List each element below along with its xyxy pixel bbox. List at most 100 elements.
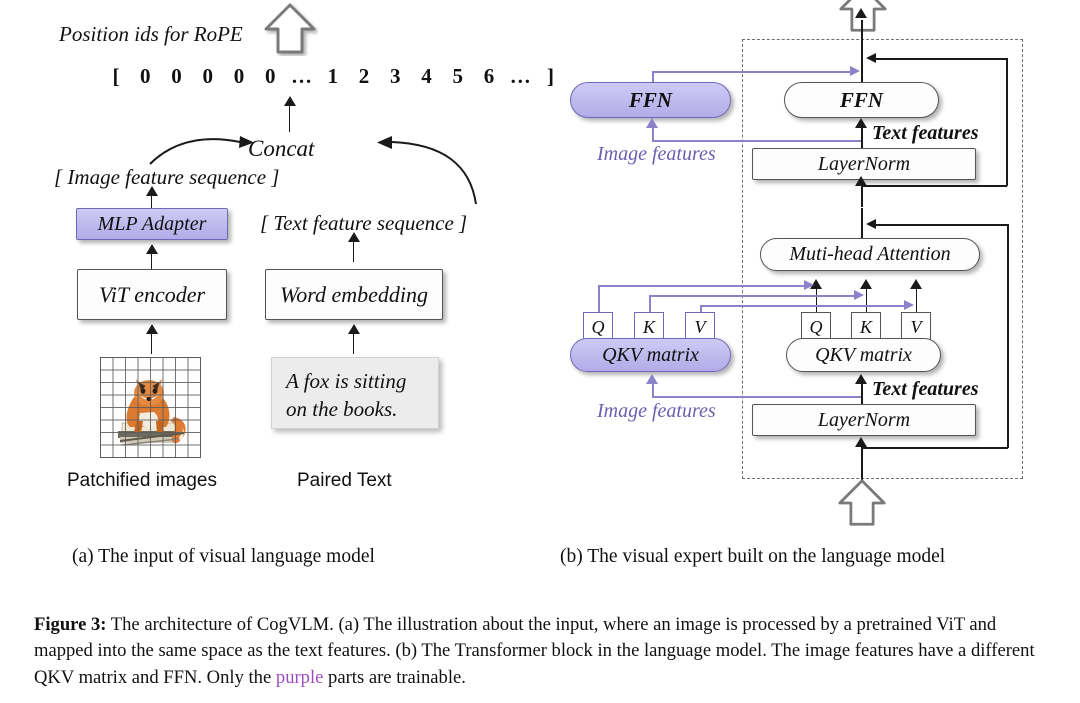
top-residual-horizontal (872, 58, 1008, 60)
qkv-text-k-line (866, 288, 868, 312)
ln-bottom-to-qkv-line (861, 384, 863, 406)
image-to-vit-arrowhead (146, 324, 158, 334)
image-ffn-out-horizontal (652, 71, 852, 73)
word-embedding-label: Word embedding (279, 281, 429, 307)
seq-token: ] (547, 64, 554, 88)
text-to-wordemb-line (353, 332, 355, 354)
k-label-image: K (642, 316, 655, 337)
position-ids-sequence: [ 0 0 0 0 0 … 1 2 3 4 5 6 … ] (105, 64, 563, 89)
seq-token: … (509, 64, 531, 88)
ffn-text-label: FFN (839, 87, 884, 112)
image-v-arrowhead (904, 300, 914, 310)
figure-number: Figure 3: (34, 614, 107, 635)
image-qkv-in-arrowhead (646, 374, 658, 384)
mid-residual-vertical (1007, 224, 1009, 448)
image-q-arrowhead (804, 280, 814, 290)
seq-token: 3 (390, 64, 401, 88)
image-qkv-in-horizontal (652, 396, 862, 398)
text-feature-sequence-label: [ Text feature sequence ] (260, 211, 468, 235)
image-ffn-in-horizontal (652, 140, 862, 142)
spine-below-ln-top-arrowhead (855, 176, 867, 186)
image-to-vit-line (151, 332, 153, 354)
layernorm-bottom-box[interactable]: LayerNorm (752, 404, 976, 436)
figure-caption-part-1: The architecture of CogVLM. (a) The illu… (34, 614, 1035, 688)
top-residual-bottom-horizontal (861, 185, 1007, 187)
image-ffn-in-arrowhead (646, 118, 658, 128)
qkv-matrix-image-label: QKV matrix (602, 343, 699, 366)
layernorm-top-label: LayerNorm (817, 152, 911, 175)
qkv-text-v-arrowhead (910, 279, 922, 289)
seq-token: 0 (202, 64, 214, 88)
ln-bottom-to-qkv-arrowhead (855, 374, 867, 384)
image-k-arrowhead (854, 290, 864, 300)
v-label-text: V (910, 316, 922, 337)
seq-token: 0 (171, 64, 182, 88)
paired-text-label: Paired Text (297, 470, 392, 491)
text-features-label-bottom: Text features (872, 378, 979, 400)
panel-a-subcaption: (a) The input of visual language model (72, 546, 375, 567)
layernorm-bottom-label: LayerNorm (817, 408, 911, 431)
image-k-horizontal (649, 295, 856, 297)
seq-token: 1 (327, 64, 339, 88)
text-to-concat-arrow (377, 136, 477, 205)
ffn-text-box[interactable]: FFN (784, 82, 939, 118)
seq-token: [ (112, 64, 120, 88)
concat-to-sequence-arrowhead (284, 96, 296, 106)
output-block-arrow-panel-a (262, 2, 318, 56)
mlp-to-imageseq-line (151, 194, 153, 208)
image-features-label-top: Image features (597, 143, 716, 165)
spine-below-ln-top (861, 185, 863, 207)
ln-top-to-ffn-line (861, 128, 863, 150)
seq-token: 6 (483, 64, 495, 88)
multi-head-attention-box[interactable]: Muti-head Attention (760, 238, 980, 271)
mlp-to-imageseq-arrowhead (146, 186, 158, 196)
wordemb-to-textseq-line (353, 240, 355, 262)
figure-caption: Figure 3: The architecture of CogVLM. (a… (34, 612, 1048, 691)
v-label-image: V (694, 316, 706, 337)
qkv-matrix-text-label: QKV matrix (815, 343, 912, 366)
multi-head-attention-label: Muti-head Attention (789, 243, 951, 265)
concat-to-sequence-line (289, 104, 291, 132)
mid-spine-attention-out (861, 208, 863, 240)
image-feature-sequence-label: [ Image feature sequence ] (54, 165, 280, 189)
wordemb-to-textseq-arrowhead (348, 232, 360, 242)
ffn-image-box[interactable]: FFN (570, 82, 731, 118)
image-features-label-bottom: Image features (597, 400, 716, 422)
seq-token: 2 (358, 64, 370, 88)
spine-top (861, 20, 863, 82)
top-residual-vertical (1006, 58, 1008, 186)
mlp-adapter-label: MLP Adapter (97, 212, 207, 235)
image-v-horizontal (700, 305, 906, 307)
ln-top-to-ffn-arrowhead (855, 118, 867, 128)
qkv-matrix-image-box[interactable]: QKV matrix (570, 338, 731, 372)
seq-token: … (291, 64, 312, 88)
q-label-text: Q (809, 316, 823, 337)
top-residual-arrowhead (866, 53, 876, 63)
image-qkv-in-vertical (652, 382, 654, 397)
qkv-matrix-text-box[interactable]: QKV matrix (786, 338, 941, 372)
image-ffn-in-vertical (652, 126, 654, 141)
spine-input-arrowhead (855, 437, 867, 447)
qkv-text-q-line (816, 288, 818, 312)
position-ids-label: Position ids for RoPE (59, 22, 243, 46)
seq-token: 5 (452, 64, 464, 88)
qkv-text-v-line (916, 288, 918, 312)
seq-token: 4 (421, 64, 432, 88)
mid-residual-arrowhead (866, 219, 876, 229)
patch-grid-outline (100, 357, 201, 458)
spine-top-arrowhead (855, 8, 867, 18)
mlp-adapter-box[interactable]: MLP Adapter (76, 208, 228, 240)
vit-encoder-box[interactable]: ViT encoder (77, 269, 227, 320)
image-q-horizontal (598, 285, 806, 287)
k-label-text: K (859, 316, 872, 337)
seq-token: 0 (233, 64, 245, 88)
paired-text-bubble: A fox is sitting on the books. (271, 357, 439, 429)
vit-to-mlp-arrowhead (146, 244, 158, 254)
vit-to-mlp-line (151, 252, 153, 270)
patchified-fox-image (100, 357, 201, 458)
figure-caption-part-2: parts are trainable. (323, 666, 466, 688)
patchified-images-label: Patchified images (67, 470, 217, 491)
image-to-concat-arrow (149, 136, 254, 165)
ffn-image-label: FFN (628, 87, 673, 112)
word-embedding-box[interactable]: Word embedding (265, 269, 443, 320)
